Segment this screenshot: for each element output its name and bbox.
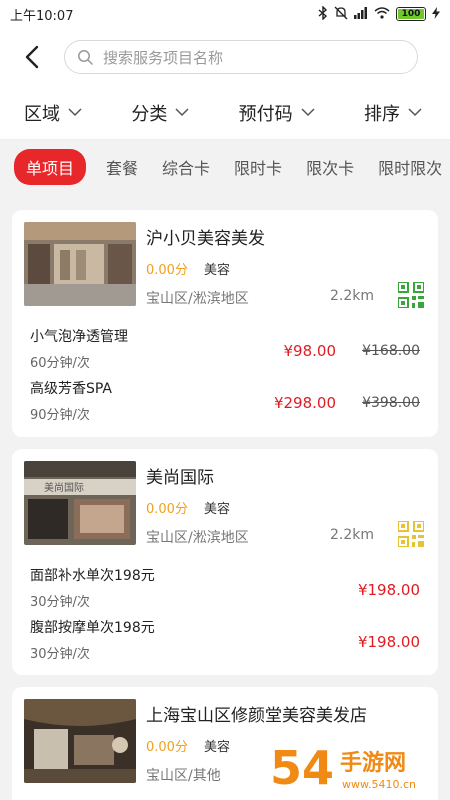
filter-prepay-code[interactable]: 预付码 [239,100,315,126]
store-distance: 2.2km [329,288,374,304]
tab-time-count-card[interactable]: 限时限次 [378,155,442,179]
search-icon [78,50,93,65]
service-duration: 30分钟/次 [30,595,90,610]
store-area: 宝山区/淞滨地区 [146,291,249,307]
svg-text:手游网: 手游网 [340,750,406,776]
filter-label: 区域 [24,103,60,125]
qr-code-icon[interactable] [397,520,425,548]
filter-label: 预付码 [238,103,293,125]
chevron-down-icon [68,108,82,117]
service-price: ¥198.00 [357,581,420,599]
wifi-icon [374,6,390,22]
service-item[interactable]: 面部补水单次198元 30分钟/次 ¥198.00 [30,565,420,617]
filter-area[interactable]: 区域 [24,100,82,126]
status-icons: 100 [318,4,440,23]
tab-count-card[interactable]: 限次卡 [306,155,354,179]
back-button[interactable] [14,39,50,75]
tab-time-card[interactable]: 限时卡 [234,155,282,179]
watermark-logo: 54 手游网 www.5410.cn [266,736,446,796]
store-photo [24,222,136,306]
charging-icon [432,6,440,22]
store-name: 上海宝山区修颜堂美容美发店 [146,706,367,726]
store-rating: 0.00分 [146,740,188,755]
battery-icon: 100 [396,7,426,21]
service-item[interactable]: 腹部按摩单次198元 30分钟/次 ¥198.00 [30,617,420,669]
mute-icon [334,6,348,23]
tab-combo-card[interactable]: 综合卡 [162,155,210,179]
service-duration: 30分钟/次 [30,647,90,662]
store-category: 美容 [204,263,231,278]
filter-category[interactable]: 分类 [131,100,189,126]
bluetooth-icon [318,4,328,23]
service-original-price: ¥168.00 [362,343,420,359]
filter-bar: 区域 分类 预付码 排序 [0,86,450,140]
store-distance: 2.2km [329,527,374,543]
qr-code-icon[interactable] [397,281,425,309]
search-input[interactable]: 搜索服务项目名称 [64,40,418,74]
svg-text:美尚国际: 美尚国际 [44,481,84,494]
header: 搜索服务项目名称 [0,28,450,86]
store-rating: 0.00分 [146,502,188,517]
filter-label: 排序 [363,103,400,125]
tab-single-item[interactable]: 单项目 [14,149,87,185]
search-placeholder: 搜索服务项目名称 [103,48,224,67]
store-area: 宝山区/其他 [146,768,221,784]
service-name: 小气泡净透管理 [30,329,128,345]
store-name: 美尚国际 [146,468,214,488]
svg-text:www.5410.cn: www.5410.cn [342,778,416,791]
tab-package[interactable]: 套餐 [106,155,138,179]
service-duration: 90分钟/次 [30,408,90,423]
filter-sort[interactable]: 排序 [364,100,422,126]
service-name: 面部补水单次198元 [30,568,155,584]
svg-text:54: 54 [270,741,334,795]
service-price: ¥298.00 [273,394,336,412]
service-price: ¥98.00 [283,342,337,360]
store-category: 美容 [204,740,231,755]
status-time: 上午10:07 [10,8,74,24]
service-item[interactable]: 小气泡净透管理 60分钟/次 ¥98.00 ¥168.00 [30,326,420,378]
service-original-price: ¥398.00 [362,395,420,411]
battery-level: 100 [401,9,421,19]
store-area: 宝山区/淞滨地区 [146,530,249,546]
store-name: 沪小贝美容美发 [146,229,265,249]
service-name: 腹部按摩单次198元 [30,620,155,636]
store-rating: 0.00分 [146,263,188,278]
service-name: 高级芳香SPA [30,381,113,397]
store-card[interactable]: 美尚国际 美尚国际 0.00分 美容 宝山区/淞滨地区 2.2km 面部补水单次… [12,449,438,675]
chevron-down-icon [408,108,422,117]
service-item[interactable]: 高级芳香SPA 90分钟/次 ¥298.00 ¥398.00 [30,378,420,430]
signal-icon [354,6,368,22]
store-card[interactable]: 沪小贝美容美发 0.00分 美容 宝山区/淞滨地区 2.2km 小气泡净透管理 … [12,210,438,437]
status-bar: 上午10:07 100 [0,0,450,28]
category-tabs: 单项目 套餐 综合卡 限时卡 限次卡 限时限次 [0,140,450,194]
store-photo [24,699,136,783]
chevron-down-icon [301,108,315,117]
store-category: 美容 [204,502,231,517]
service-price: ¥198.00 [357,633,420,651]
store-photo: 美尚国际 [24,461,136,545]
filter-label: 分类 [131,103,168,125]
service-duration: 60分钟/次 [30,356,90,371]
chevron-down-icon [175,108,189,117]
chevron-left-icon [25,45,39,69]
